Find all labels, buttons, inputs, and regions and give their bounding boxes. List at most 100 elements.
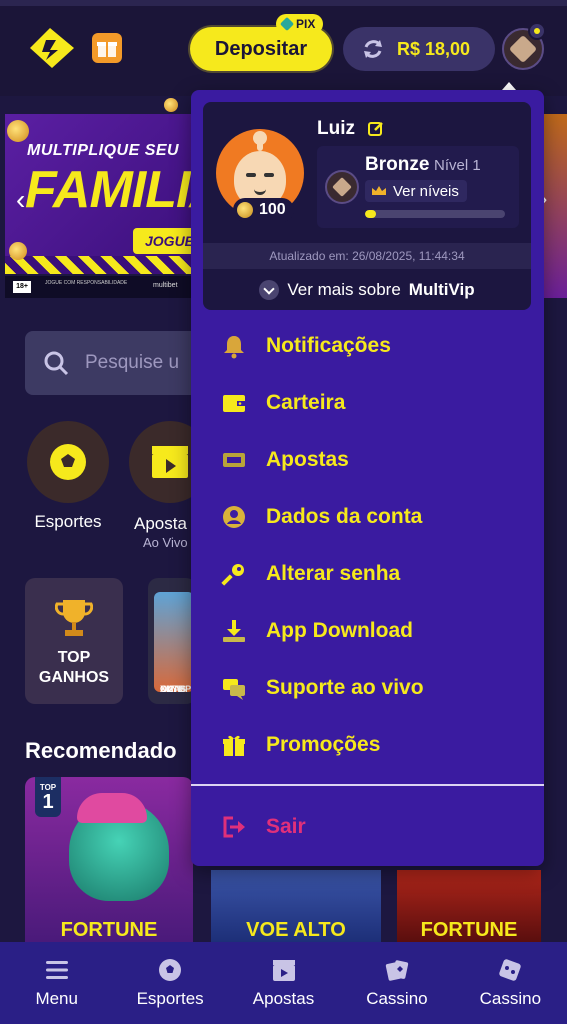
game-title: VOE ALTO <box>246 919 346 941</box>
menu-item-app-download[interactable]: App Download <box>191 607 544 655</box>
section-title-recommended: Recomendado <box>25 738 177 763</box>
profile-card: 100 Luiz Bronze Nível 1 Ver níveis Atual… <box>203 102 531 310</box>
nav-label: Esportes <box>136 989 204 1008</box>
sports-shortcut[interactable] <box>27 421 109 503</box>
pix-label: PIX <box>296 17 316 31</box>
banner-title: FAMILIA <box>25 161 205 219</box>
nav-casino-2[interactable]: Cassino <box>454 942 567 1024</box>
nav-label: Menu <box>35 989 78 1008</box>
see-more-multivip[interactable]: Ver mais sobre MultiVip <box>203 276 531 304</box>
edit-icon[interactable] <box>367 120 385 138</box>
search-input[interactable]: Pesquise u <box>25 331 200 395</box>
menu-item-label: Apostas <box>266 448 349 471</box>
soccer-ball-icon <box>50 444 86 480</box>
avatar-eye <box>246 173 256 177</box>
nav-casino[interactable]: Cassino <box>340 942 453 1024</box>
chat-icon <box>223 679 245 700</box>
dice-icon <box>499 959 522 981</box>
see-more-prefix: Ver mais sobre <box>287 280 401 299</box>
nav-label: Apostas <box>252 989 315 1008</box>
dropdown-caret <box>502 82 516 90</box>
user-circle-icon <box>223 506 245 528</box>
logout-button[interactable]: Sair <box>191 803 544 851</box>
menu-item-live-support[interactable]: Suporte ao vivo <box>191 664 544 712</box>
hamburger-icon <box>45 961 68 979</box>
pix-icon <box>279 16 295 32</box>
banner-stripes <box>5 256 205 274</box>
age-badge: 18+ <box>13 281 31 293</box>
notification-dot <box>528 22 546 40</box>
game-title: FORTUNE <box>420 919 518 941</box>
menu-item-bets[interactable]: Apostas <box>191 436 544 484</box>
vip-gem-icon <box>325 170 359 204</box>
vip-tier: Bronze <box>365 154 430 175</box>
menu-item-label: Carteira <box>266 391 346 414</box>
search-placeholder: Pesquise u <box>85 352 180 373</box>
banner-footer: 18+ JOGUE COM RESPONSABILIDADE multibet <box>5 276 193 298</box>
menu-item-label: Notificações <box>266 334 391 357</box>
live-bets-sublabel: Ao Vivo <box>143 535 188 550</box>
menu-item-label: Dados da conta <box>266 505 423 528</box>
game-card-voe-alto[interactable]: VOE ALTO <box>211 870 381 942</box>
wallet-icon <box>223 395 245 412</box>
refresh-icon[interactable] <box>361 37 385 61</box>
gift-icon <box>223 735 245 756</box>
vip-progress-fill <box>365 210 377 218</box>
game-thumbnail: GATE OLYMP XMAS <box>154 592 194 694</box>
user-name: Luiz <box>317 118 355 139</box>
top-wins-line2: GANHOS <box>38 669 110 686</box>
top-wins-line1: TOP <box>57 649 91 666</box>
carousel-prev-arrow[interactable]: ‹ <box>16 186 25 214</box>
banner-headline: MULTIPLIQUE SEU <box>27 142 180 159</box>
menu-item-notifications[interactable]: Notificações <box>191 322 544 370</box>
view-levels-button[interactable]: Ver níveis <box>365 180 467 202</box>
top-rank-badge: TOP 1 <box>35 777 61 817</box>
clapper-icon <box>152 446 188 478</box>
live-bets-label: Aposta <box>134 514 187 533</box>
game-card-fortune-2[interactable]: FORTUNE <box>397 870 541 942</box>
game-card-gates[interactable]: GATE OLYMP XMAS <box>148 578 196 704</box>
search-icon <box>44 351 69 376</box>
game-card-fortune[interactable]: TOP 1 FORTUNE <box>25 777 193 942</box>
gift-button[interactable] <box>92 33 122 63</box>
nav-menu[interactable]: Menu <box>0 942 113 1024</box>
coin-decoration <box>7 120 29 142</box>
menu-item-label: Suporte ao vivo <box>266 676 424 699</box>
nav-label: Cassino <box>366 989 428 1008</box>
avatar-bulb <box>253 131 267 145</box>
menu-item-label: Alterar senha <box>266 562 401 585</box>
vip-level: Nível 1 <box>434 157 481 174</box>
gift-icon <box>97 42 117 57</box>
menu-item-wallet[interactable]: Carteira <box>191 379 544 427</box>
logout-label: Sair <box>266 815 306 838</box>
bottom-nav: Menu Esportes Apostas Cassino Cassino <box>0 942 567 1024</box>
view-levels-label: Ver níveis <box>393 182 459 200</box>
menu-item-change-password[interactable]: Alterar senha <box>191 550 544 598</box>
status-strip <box>0 0 567 6</box>
game-art-cap <box>77 793 147 823</box>
nav-label: Cassino <box>479 989 542 1008</box>
game-title: FORTUNE <box>60 919 158 941</box>
menu-item-label: Promoções <box>266 733 381 756</box>
key-icon <box>221 564 244 586</box>
see-more-brand: MultiVip <box>408 280 475 299</box>
soccer-ball-icon <box>159 959 182 981</box>
menu-item-promotions[interactable]: Promoções <box>191 721 544 769</box>
updated-timestamp: Atualizado em: 26/08/2025, 11:44:34 <box>203 243 531 269</box>
cards-icon <box>385 960 409 981</box>
promo-banner[interactable]: MULTIPLIQUE SEU FAMILIA JOGUE <box>5 114 205 274</box>
coin-decoration <box>164 98 178 112</box>
sports-shortcut-label: Esportes <box>34 512 102 531</box>
vip-progress-bar <box>365 210 505 218</box>
logout-icon <box>223 816 245 838</box>
menu-item-label: App Download <box>266 619 413 642</box>
top-bar: Depositar PIX R$ 18,00 <box>0 0 567 96</box>
menu-item-account-data[interactable]: Dados da conta <box>191 493 544 541</box>
nav-bets[interactable]: Apostas <box>227 942 340 1024</box>
balance-button[interactable]: R$ 18,00 <box>343 27 495 71</box>
brand-logo[interactable] <box>28 26 76 70</box>
nav-sports[interactable]: Esportes <box>113 942 226 1024</box>
balance-amount: R$ 18,00 <box>397 38 471 59</box>
top-wins-card[interactable]: TOP GANHOS <box>25 578 123 704</box>
footer-brand: multibet <box>153 282 178 289</box>
